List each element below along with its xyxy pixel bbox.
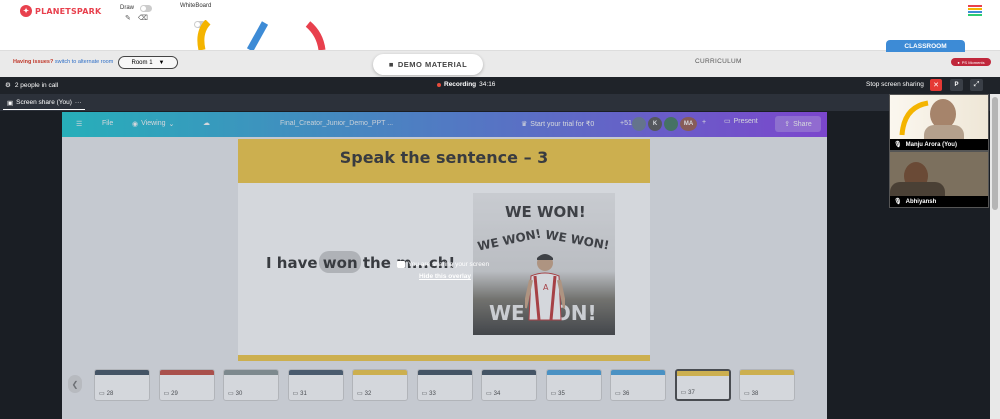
participant-label: 🎙 Manju Arora (You): [890, 139, 988, 150]
recording-time: 34:16: [479, 81, 496, 88]
hide-overlay-link[interactable]: Hide this overlay: [419, 273, 471, 280]
presenter-button[interactable]: P: [950, 79, 963, 91]
draw-toggle[interactable]: [140, 5, 152, 12]
participant-name: Abhiyansh: [905, 198, 937, 205]
brand-logo[interactable]: ✦ PLANETSPARK: [20, 5, 101, 17]
pencil-icon[interactable]: ✎: [125, 14, 131, 22]
tab-screen-share[interactable]: ▣ Screen share (You) ···: [3, 96, 86, 110]
menu-icon[interactable]: [968, 5, 982, 17]
whiteboard-label: WhiteBoard: [180, 3, 212, 9]
tab-curriculum[interactable]: CURRICULUM: [695, 58, 742, 65]
screen-share-icon: [397, 261, 405, 268]
tab-classroom[interactable]: CLASSROOM: [886, 40, 965, 52]
participant-tile-abhiyansh[interactable]: 🎙 Abhiyansh: [889, 151, 989, 208]
folder-icon: ■: [388, 60, 394, 69]
moments-label: PS Moments: [961, 59, 985, 65]
people-count-text: 2 people in call: [14, 81, 59, 89]
caret-down-icon: ▼: [158, 59, 165, 66]
participant-label: 🎙 Abhiyansh: [890, 196, 988, 207]
screen-icon: ▣: [7, 99, 14, 107]
issues-text: Having issues?: [13, 59, 54, 65]
sharing-message-text: You are sharing your screen: [408, 261, 490, 268]
fullscreen-icon[interactable]: ⤢: [970, 79, 983, 91]
eraser-icon[interactable]: ⌫: [138, 14, 148, 22]
demo-material-button[interactable]: ■ DEMO MATERIAL: [373, 54, 483, 75]
recording-dot-icon: [437, 82, 441, 87]
issues-notice: Having issues? switch to alternate room: [13, 59, 113, 65]
call-header: [0, 77, 1000, 94]
room-select[interactable]: Room 1 ▼: [118, 56, 178, 69]
share-tabbar: [0, 94, 1000, 111]
brand-name: PLANETSPARK: [35, 6, 102, 16]
scrollbar-thumb[interactable]: [992, 97, 998, 210]
moments-icon: ●: [957, 59, 960, 65]
microphone-icon: 🎙: [894, 142, 902, 148]
gear-icon[interactable]: ⚙: [5, 81, 11, 89]
stop-sharing-label: Stop screen sharing: [866, 81, 924, 88]
people-count[interactable]: ⚙ 2 people in call: [5, 81, 59, 90]
planet-logo-icon: ✦: [20, 5, 32, 17]
switch-room-link[interactable]: switch to alternate room: [55, 59, 113, 65]
participant-name: Manju Arora (You): [905, 141, 957, 148]
ps-moments-badge[interactable]: ● PS Moments: [951, 58, 991, 66]
demo-material-label: DEMO MATERIAL: [397, 60, 468, 69]
participant-tile-manju[interactable]: 🎙 Manju Arora (You): [889, 94, 989, 151]
recording-indicator: Recording 34:16: [437, 81, 495, 88]
room-value: Room 1: [131, 59, 153, 66]
decorative-swoosh: [197, 20, 326, 50]
recording-label: Recording: [444, 81, 477, 88]
draw-label: Draw: [120, 5, 135, 11]
microphone-icon: 🎙: [894, 199, 902, 205]
stop-sharing-button[interactable]: ✕: [930, 79, 942, 91]
more-icon[interactable]: ···: [75, 99, 82, 106]
sharing-message: You are sharing your screen: [397, 261, 489, 268]
tab-screen-share-label: Screen share (You): [16, 99, 72, 106]
